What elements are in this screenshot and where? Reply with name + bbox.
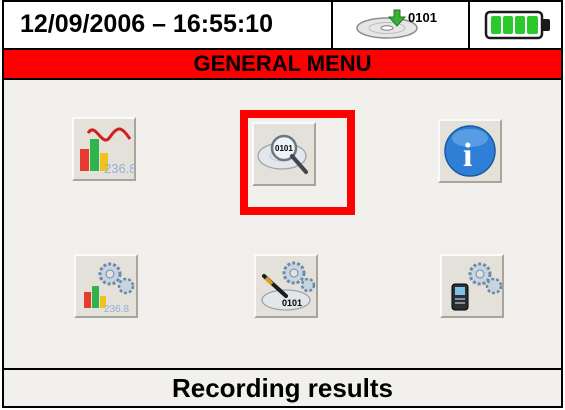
disk-label: 0101 <box>408 10 437 25</box>
info-icon: i <box>444 125 496 177</box>
recording-settings-button[interactable]: 0101 <box>254 254 318 318</box>
svg-text:236.8: 236.8 <box>104 304 129 315</box>
status-divider <box>331 2 333 48</box>
status-footer: Recording results <box>4 368 561 406</box>
svg-text:236.8: 236.8 <box>104 161 134 176</box>
status-bar: 12/09/2006 – 16:55:10 0101 <box>4 2 561 50</box>
svg-text:i: i <box>463 137 472 174</box>
analyzer-settings-icon: 236.8 <box>84 262 135 315</box>
memory-disk-download-icon: 0101 <box>349 6 459 44</box>
device-screen: 12/09/2006 – 16:55:10 0101 GENERAL MENU … <box>2 0 563 408</box>
meter-settings-icon <box>451 262 502 311</box>
recording-results-icon: 0101 <box>257 134 308 174</box>
real-time-values-icon: 236.8 <box>80 127 134 176</box>
recording-settings-icon: 0101 <box>261 261 316 311</box>
menu-title-bar: GENERAL MENU <box>4 50 561 80</box>
svg-text:0101: 0101 <box>282 298 302 308</box>
recording-results-button[interactable]: 0101 <box>252 122 316 186</box>
menu-title: GENERAL MENU <box>193 51 372 76</box>
info-button[interactable]: i <box>438 119 502 183</box>
status-divider <box>468 2 470 48</box>
datetime-readout: 12/09/2006 – 16:55:10 <box>20 10 273 38</box>
svg-text:0101: 0101 <box>275 144 293 153</box>
selected-item-label: Recording results <box>171 373 394 403</box>
meter-settings-button[interactable] <box>440 254 504 318</box>
real-time-values-button[interactable]: 236.8 <box>72 117 136 181</box>
analyzer-settings-button[interactable]: 236.8 <box>74 254 138 318</box>
battery-full-icon <box>484 9 554 41</box>
